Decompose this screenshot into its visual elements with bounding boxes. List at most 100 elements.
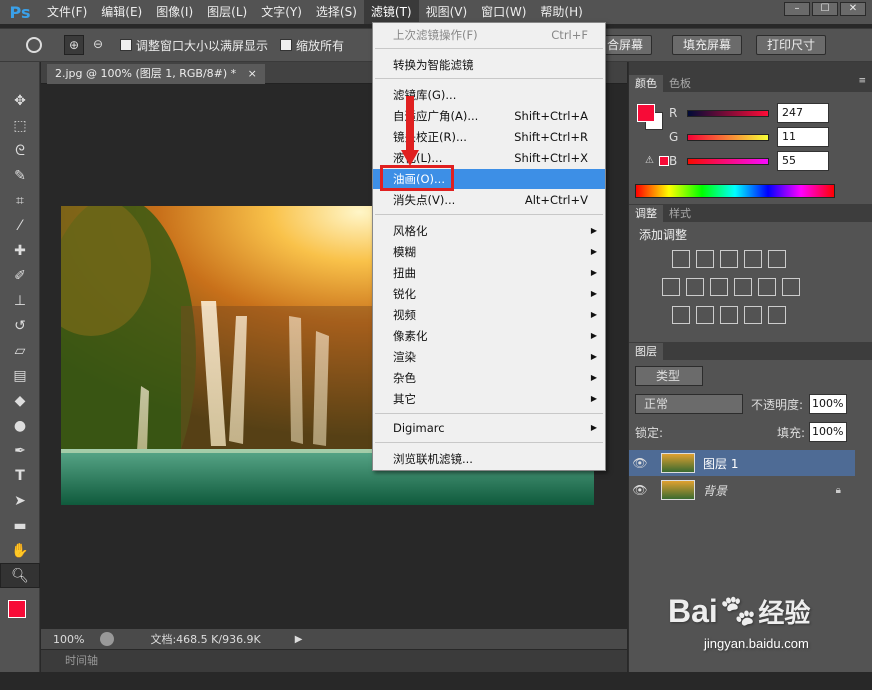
- zoom-in-icon[interactable]: ⊕: [64, 35, 84, 55]
- maximize-button[interactable]: ☐: [812, 2, 838, 16]
- menu-layer[interactable]: 图层(L): [200, 0, 254, 24]
- brush-tool-icon[interactable]: ✐: [0, 263, 40, 288]
- hand-tool-icon[interactable]: ✋: [0, 538, 40, 563]
- posterize-icon[interactable]: [696, 306, 714, 324]
- menu-noise[interactable]: 杂色 ▶: [373, 368, 605, 388]
- menu-view[interactable]: 视图(V): [419, 0, 475, 24]
- curves-icon[interactable]: [720, 250, 738, 268]
- zoom-level[interactable]: 100%: [53, 633, 84, 646]
- panel-menu-icon[interactable]: ≡: [858, 76, 866, 86]
- gradient-map-icon[interactable]: [768, 306, 786, 324]
- zoom-out-icon[interactable]: ⊖: [88, 35, 108, 55]
- quick-select-tool-icon[interactable]: ✎: [0, 163, 40, 188]
- brightness-icon[interactable]: [672, 250, 690, 268]
- tab-layers[interactable]: 图层: [629, 343, 663, 360]
- minimize-button[interactable]: –: [784, 2, 810, 16]
- color-lookup-icon[interactable]: [782, 278, 800, 296]
- healing-brush-tool-icon[interactable]: ✚: [0, 238, 40, 263]
- zoom-all-checkbox[interactable]: [280, 39, 293, 51]
- menu-blur[interactable]: 模糊 ▶: [373, 242, 605, 262]
- gradient-tool-icon[interactable]: ▤: [0, 363, 40, 388]
- marquee-tool-icon[interactable]: ⬚: [0, 113, 40, 138]
- close-window-button[interactable]: ✕: [840, 2, 866, 16]
- green-slider[interactable]: [687, 133, 769, 141]
- menu-sharpen[interactable]: 锐化 ▶: [373, 284, 605, 304]
- zoom-all-option[interactable]: 缩放所有: [280, 37, 344, 54]
- menu-digimarc[interactable]: Digimarc ▶: [373, 418, 605, 438]
- layer-filter-select[interactable]: 类型: [635, 366, 703, 386]
- zoom-tool-icon[interactable]: [26, 37, 42, 53]
- menu-file[interactable]: 文件(F): [40, 0, 94, 24]
- layer-name[interactable]: 图层 1: [703, 455, 738, 472]
- vibrance-icon[interactable]: [768, 250, 786, 268]
- fit-screen-button[interactable]: 合屏幕: [598, 35, 653, 55]
- menu-convert-smart-filters[interactable]: 转换为智能滤镜: [373, 55, 605, 75]
- visibility-eye-icon[interactable]: 👁︎: [629, 456, 651, 470]
- menu-browse-filters-online[interactable]: 浏览联机滤镜...: [373, 449, 605, 469]
- eraser-tool-icon[interactable]: ▱: [0, 338, 40, 363]
- blue-slider[interactable]: [687, 157, 769, 165]
- history-brush-tool-icon[interactable]: ↺: [0, 313, 40, 338]
- menu-select[interactable]: 选择(S): [309, 0, 364, 24]
- menu-other[interactable]: 其它 ▶: [373, 389, 605, 409]
- timeline-bar[interactable]: 时间轴: [41, 650, 627, 672]
- resize-windows-option[interactable]: 调整窗口大小以满屏显示: [120, 37, 268, 54]
- green-value-input[interactable]: 11: [777, 127, 829, 147]
- color-foreground-swatch[interactable]: [637, 104, 655, 122]
- type-tool-icon[interactable]: T: [0, 463, 40, 488]
- invert-icon[interactable]: [672, 306, 690, 324]
- crop-tool-icon[interactable]: ⌗: [0, 188, 40, 213]
- eyedropper-tool-icon[interactable]: ⁄: [0, 213, 40, 238]
- path-select-tool-icon[interactable]: ➤: [0, 488, 40, 513]
- menu-video[interactable]: 视频 ▶: [373, 305, 605, 325]
- rectangle-tool-icon[interactable]: ▬: [0, 513, 40, 538]
- red-slider[interactable]: [687, 109, 769, 117]
- menu-last-filter[interactable]: 上次滤镜操作(F) Ctrl+F: [373, 25, 605, 45]
- menu-stylize[interactable]: 风格化 ▶: [373, 221, 605, 241]
- menu-help[interactable]: 帮助(H): [533, 0, 589, 24]
- resize-windows-checkbox[interactable]: [120, 39, 132, 51]
- fill-screen-button[interactable]: 填充屏幕: [672, 35, 743, 55]
- color-spectrum-bar[interactable]: [635, 184, 835, 198]
- photo-filter-icon[interactable]: [734, 278, 752, 296]
- menu-pixelate[interactable]: 像素化 ▶: [373, 326, 605, 346]
- layer-row-background[interactable]: 👁︎ 背景 🔒︎: [629, 477, 855, 503]
- tab-color[interactable]: 颜色: [629, 75, 663, 92]
- zoom-tool-selected-icon[interactable]: 🔍︎: [0, 563, 40, 588]
- foreground-color-swatch[interactable]: [8, 600, 26, 618]
- print-size-button[interactable]: 打印尺寸: [756, 35, 827, 55]
- black-white-icon[interactable]: [710, 278, 728, 296]
- menu-render[interactable]: 渲染 ▶: [373, 347, 605, 367]
- visibility-eye-icon[interactable]: 👁︎: [629, 483, 651, 497]
- tab-swatches[interactable]: 色板: [663, 75, 697, 92]
- exposure-icon[interactable]: [744, 250, 762, 268]
- document-info-icon[interactable]: [100, 632, 115, 646]
- dodge-tool-icon[interactable]: ●: [0, 413, 40, 438]
- move-tool-icon[interactable]: ✥: [0, 88, 40, 113]
- threshold-icon[interactable]: [720, 306, 738, 324]
- blend-mode-select[interactable]: 正常: [635, 394, 743, 414]
- hue-saturation-icon[interactable]: [662, 278, 680, 296]
- fill-input[interactable]: 100%: [809, 422, 847, 442]
- layer-name[interactable]: 背景: [703, 482, 727, 499]
- menu-distort[interactable]: 扭曲 ▶: [373, 263, 605, 283]
- tab-styles[interactable]: 样式: [663, 205, 697, 222]
- gamut-swatch[interactable]: [659, 156, 669, 166]
- close-tab-icon[interactable]: ×: [248, 67, 257, 80]
- blur-tool-icon[interactable]: ◆: [0, 388, 40, 413]
- lasso-tool-icon[interactable]: ᘓ: [0, 138, 40, 163]
- red-value-input[interactable]: 247: [777, 103, 829, 123]
- opacity-input[interactable]: 100%: [809, 394, 847, 414]
- menu-type[interactable]: 文字(Y): [254, 0, 309, 24]
- document-tab[interactable]: 2.jpg @ 100% (图层 1, RGB/8#) * ×: [47, 64, 265, 84]
- menu-filter[interactable]: 滤镜(T): [363, 0, 419, 24]
- channel-mixer-icon[interactable]: [758, 278, 776, 296]
- tab-adjustments[interactable]: 调整: [629, 205, 663, 222]
- pen-tool-icon[interactable]: ✒: [0, 438, 40, 463]
- layer-row-layer1[interactable]: 👁︎ 图层 1: [629, 450, 855, 476]
- selective-color-icon[interactable]: [744, 306, 762, 324]
- status-menu-arrow-icon[interactable]: ▶: [295, 634, 303, 645]
- menu-vanishing-point[interactable]: 消失点(V)... Alt+Ctrl+V: [373, 190, 605, 210]
- levels-icon[interactable]: [696, 250, 714, 268]
- menu-window[interactable]: 窗口(W): [474, 0, 533, 24]
